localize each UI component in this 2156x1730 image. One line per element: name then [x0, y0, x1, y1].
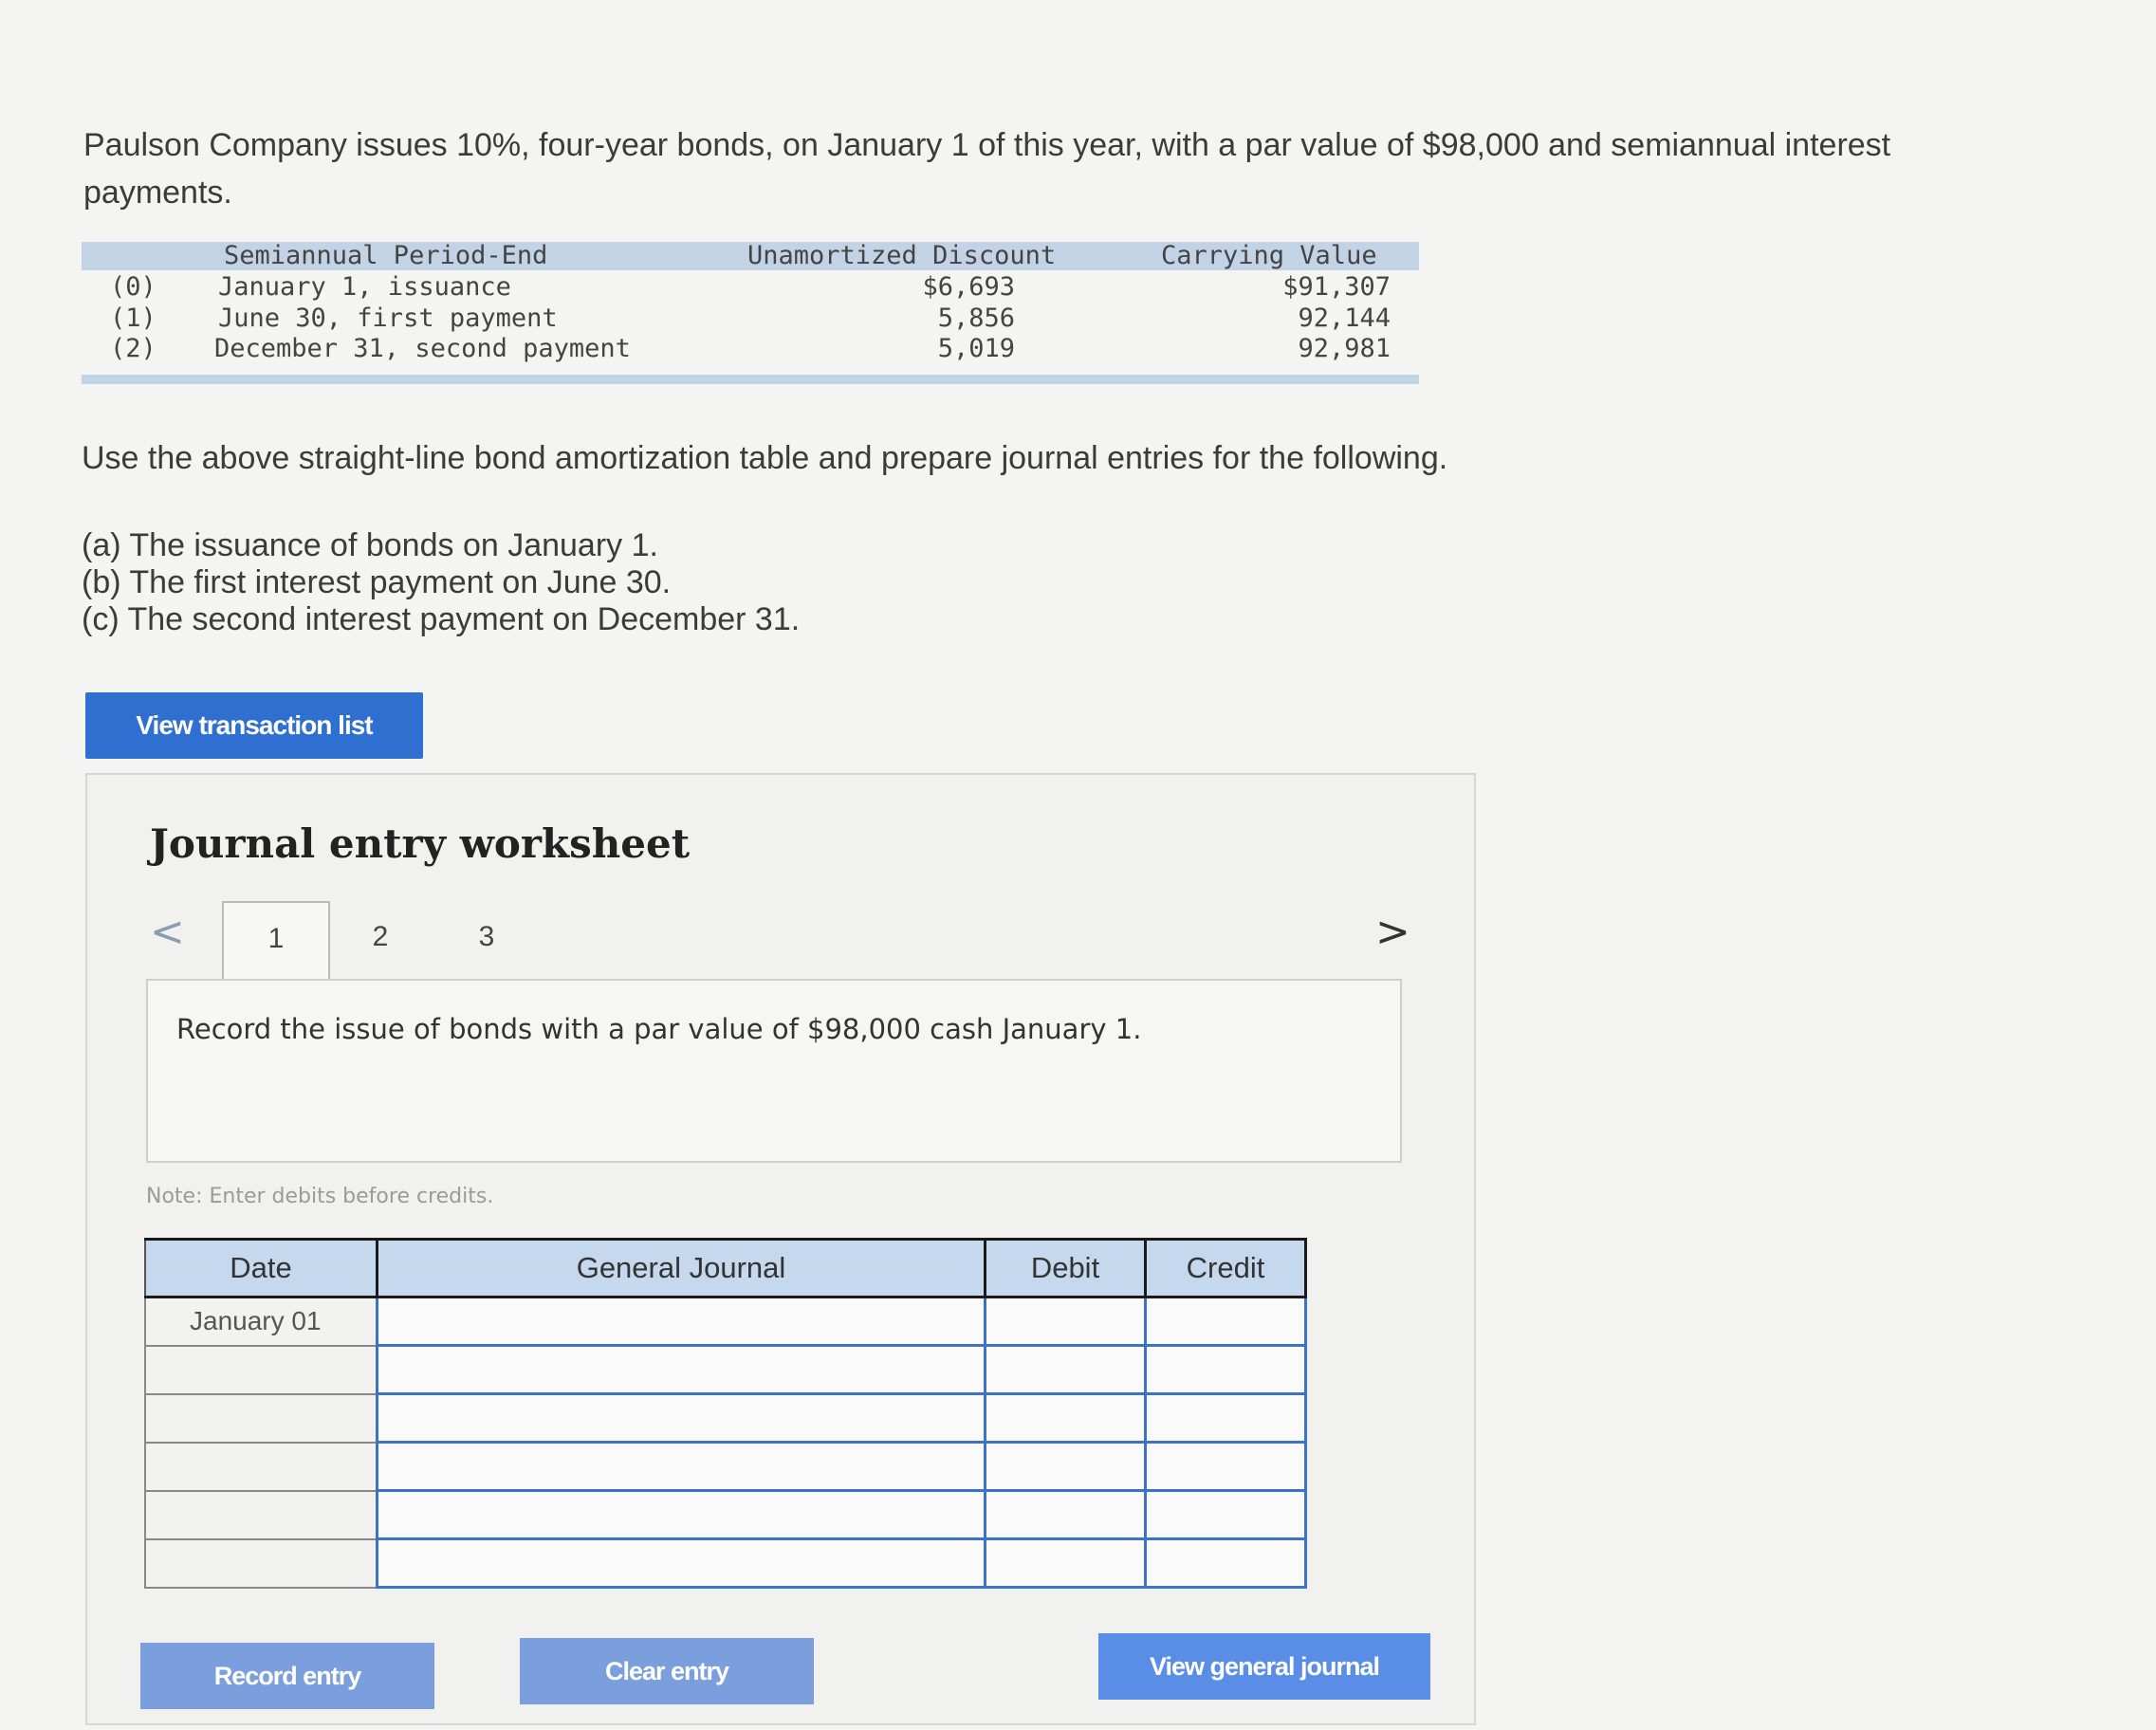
general-journal-input[interactable]	[376, 1489, 986, 1540]
view-transaction-list-button[interactable]: View transaction list	[85, 692, 423, 759]
date-cell: January 01	[144, 1296, 378, 1347]
general-journal-input[interactable]	[376, 1344, 986, 1395]
general-journal-input[interactable]	[376, 1441, 986, 1492]
general-journal-table: Date General Journal Debit Credit Januar…	[144, 1238, 1307, 1589]
instructions: Use the above straight-line bond amortiz…	[82, 434, 1599, 638]
debit-input[interactable]	[984, 1441, 1147, 1492]
problem-line-1: Paulson Company issues 10%, four-year bo…	[83, 127, 1891, 163]
row-discount: 5,856	[937, 304, 1015, 333]
debit-input[interactable]	[984, 1537, 1147, 1589]
journal-row	[144, 1392, 1307, 1444]
date-cell	[144, 1344, 378, 1395]
header-discount: Unamortized Discount	[747, 241, 1057, 270]
problem-line-2: payments.	[83, 175, 232, 211]
amortization-table: Semiannual Period-End Unamortized Discou…	[82, 242, 1419, 384]
view-general-journal-button[interactable]: View general journal	[1098, 1633, 1430, 1700]
header-period: Semiannual Period-End	[224, 241, 548, 270]
row-index: (1)	[110, 304, 157, 333]
column-header-date: Date	[144, 1238, 378, 1298]
entry-prompt: Record the issue of bonds with a par val…	[176, 1013, 1142, 1045]
amortization-footer-bar	[82, 375, 1419, 384]
credit-input[interactable]	[1144, 1392, 1307, 1444]
general-journal-input[interactable]	[376, 1537, 986, 1589]
row-period: January 1, issuance	[218, 272, 511, 302]
instruction-item: (c) The second interest payment on Decem…	[82, 601, 801, 637]
column-header-credit: Credit	[1144, 1238, 1307, 1298]
row-carrying: 92,144	[1298, 304, 1391, 333]
credit-input[interactable]	[1144, 1296, 1307, 1347]
instructions-lead: Use the above straight-line bond amortiz…	[82, 440, 1448, 476]
column-header-general-journal: General Journal	[376, 1238, 986, 1298]
chevron-right-icon[interactable]: >	[1375, 908, 1410, 956]
row-period: June 30, first payment	[218, 304, 558, 333]
row-discount: 5,019	[937, 334, 1015, 363]
debit-input[interactable]	[984, 1344, 1147, 1395]
problem-statement: Paulson Company issues 10%, four-year bo…	[83, 121, 1914, 216]
column-header-debit: Debit	[984, 1238, 1147, 1298]
journal-entry-worksheet: Journal entry worksheet < 1 2 3 > Record…	[85, 773, 1476, 1725]
general-journal-input[interactable]	[376, 1296, 986, 1347]
date-cell	[144, 1441, 378, 1492]
row-discount: $6,693	[922, 272, 1015, 302]
journal-row	[144, 1344, 1307, 1395]
instruction-item: (b) The first interest payment on June 3…	[82, 564, 672, 600]
record-entry-button[interactable]: Record entry	[140, 1643, 434, 1709]
tab-1[interactable]: 1	[222, 901, 330, 990]
date-value: January 01	[190, 1306, 322, 1336]
instruction-item: (a) The issuance of bonds on January 1.	[82, 527, 658, 563]
tab-3[interactable]: 3	[434, 901, 539, 988]
journal-row: January 01	[144, 1296, 1307, 1347]
debit-input[interactable]	[984, 1296, 1147, 1347]
entry-note: Note: Enter debits before credits.	[146, 1185, 494, 1208]
row-index: (2)	[110, 334, 157, 363]
journal-row	[144, 1441, 1307, 1492]
journal-row	[144, 1537, 1307, 1589]
journal-row	[144, 1489, 1307, 1540]
header-carrying: Carrying Value	[1161, 241, 1377, 270]
credit-input[interactable]	[1144, 1441, 1307, 1492]
date-cell	[144, 1537, 378, 1589]
clear-entry-button[interactable]: Clear entry	[520, 1638, 814, 1704]
credit-input[interactable]	[1144, 1489, 1307, 1540]
credit-input[interactable]	[1144, 1537, 1307, 1589]
row-period: December 31, second payment	[214, 334, 631, 363]
debit-input[interactable]	[984, 1489, 1147, 1540]
debit-input[interactable]	[984, 1392, 1147, 1444]
credit-input[interactable]	[1144, 1344, 1307, 1395]
worksheet-title: Journal entry worksheet	[150, 820, 691, 867]
row-carrying: $91,307	[1282, 272, 1391, 302]
date-cell	[144, 1489, 378, 1540]
row-carrying: 92,981	[1298, 334, 1391, 363]
journal-header-row: Date General Journal Debit Credit	[144, 1238, 1307, 1298]
entry-prompt-box: Record the issue of bonds with a par val…	[146, 979, 1402, 1163]
row-index: (0)	[110, 272, 157, 302]
tab-2[interactable]: 2	[328, 901, 433, 988]
date-cell	[144, 1392, 378, 1444]
chevron-left-icon[interactable]: <	[150, 908, 185, 956]
general-journal-input[interactable]	[376, 1392, 986, 1444]
